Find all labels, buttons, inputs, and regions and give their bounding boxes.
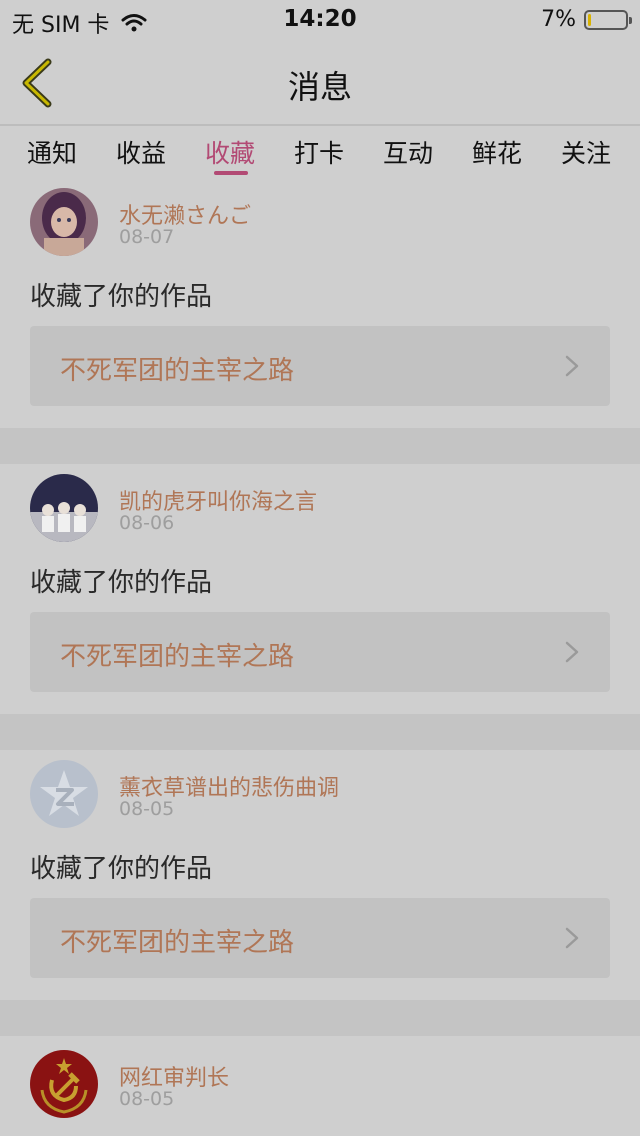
list-item: 网红审判长 08-05 xyxy=(0,1036,640,1136)
chevron-right-icon xyxy=(565,355,579,377)
divider xyxy=(0,428,640,464)
message-date: 08-07 xyxy=(119,226,175,248)
qzone-star-avatar-icon xyxy=(30,760,98,828)
page-title: 消息 xyxy=(287,68,352,106)
work-title: 不死军团的主宰之路 xyxy=(60,928,295,958)
battery-info: 7% xyxy=(541,7,632,32)
list-item: 水无濑さんご 08-07 收藏了你的作品 不死军团的主宰之路 xyxy=(0,178,640,428)
action-text: 收藏了你的作品 xyxy=(30,568,213,598)
message-date: 08-06 xyxy=(119,512,175,534)
list-item: 薰衣草谱出的悲伤曲调 08-05 收藏了你的作品 不死军团的主宰之路 xyxy=(0,750,640,1000)
active-tab-indicator xyxy=(214,171,248,175)
tab-favorites[interactable]: 收藏 xyxy=(190,134,270,170)
message-date: 08-05 xyxy=(119,1088,175,1110)
tab-follow[interactable]: 关注 xyxy=(546,134,626,170)
battery-icon xyxy=(584,9,632,30)
anime-girl-avatar-icon xyxy=(30,188,98,256)
message-date: 08-05 xyxy=(119,798,175,820)
chevron-right-icon xyxy=(565,641,579,663)
tab-earnings[interactable]: 收益 xyxy=(101,134,181,170)
work-link[interactable]: 不死军团的主宰之路 xyxy=(30,326,610,406)
nav-bar: 消息 xyxy=(0,40,640,126)
group-photo-avatar-icon xyxy=(30,474,98,542)
action-text: 收藏了你的作品 xyxy=(30,282,213,312)
work-link[interactable]: 不死军团的主宰之路 xyxy=(30,612,610,692)
battery-level xyxy=(588,13,591,26)
work-title: 不死军团的主宰之路 xyxy=(60,356,295,386)
tab-checkin[interactable]: 打卡 xyxy=(279,134,359,170)
tab-notice[interactable]: 通知 xyxy=(12,134,92,170)
tab-interact[interactable]: 互动 xyxy=(368,134,448,170)
work-title: 不死军团的主宰之路 xyxy=(60,642,295,672)
list-item: 凯的虎牙叫你海之言 08-06 收藏了你的作品 不死军团的主宰之路 xyxy=(0,464,640,714)
battery-percent: 7% xyxy=(541,7,576,32)
divider xyxy=(0,714,640,750)
avatar[interactable] xyxy=(30,760,98,828)
divider xyxy=(0,1000,640,1036)
chevron-right-icon xyxy=(565,927,579,949)
avatar[interactable] xyxy=(30,188,98,256)
tab-bar: 通知 收益 收藏 打卡 互动 鲜花 关注 xyxy=(0,126,640,178)
status-bar: 无 SIM 卡 14:20 7% xyxy=(0,0,640,40)
avatar[interactable] xyxy=(30,474,98,542)
action-text: 收藏了你的作品 xyxy=(30,854,213,884)
tab-flowers[interactable]: 鲜花 xyxy=(457,134,537,170)
hammer-sickle-avatar-icon xyxy=(30,1050,98,1118)
work-link[interactable]: 不死军团的主宰之路 xyxy=(30,898,610,978)
avatar[interactable] xyxy=(30,1050,98,1118)
